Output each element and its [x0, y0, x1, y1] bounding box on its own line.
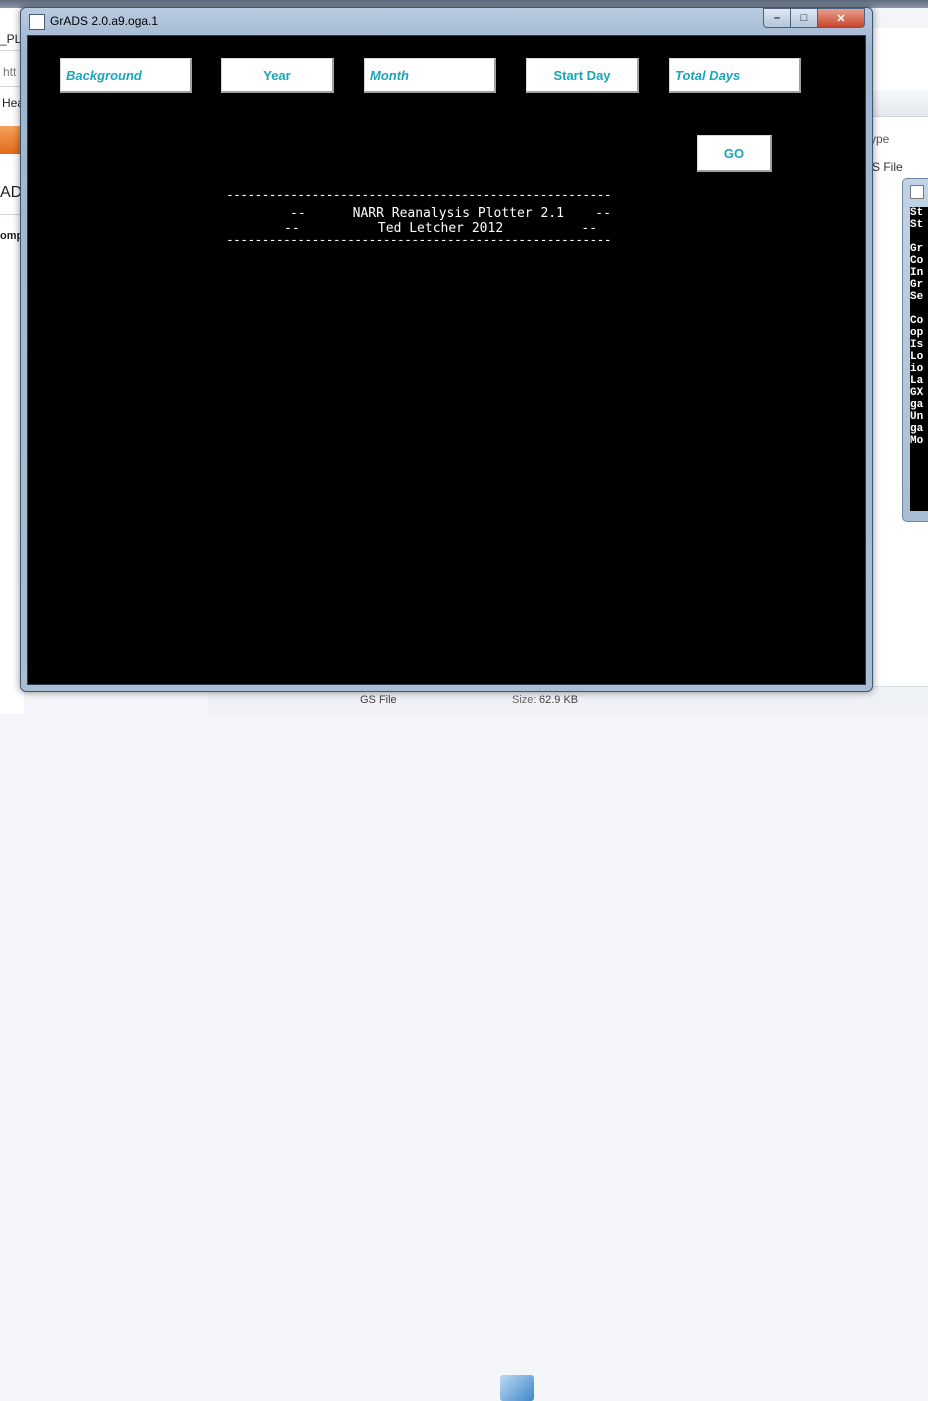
console-line: ga: [910, 423, 924, 435]
plot-canvas[interactable]: Background Year Month Start Day Total Da…: [27, 35, 866, 685]
console-line: La: [910, 375, 924, 387]
console-line: In: [910, 267, 924, 279]
go-button[interactable]: GO: [697, 135, 772, 172]
console-line: Gr: [910, 279, 924, 291]
banner-rule-bottom: ----------------------------------------…: [226, 233, 612, 248]
console-line: op: [910, 327, 924, 339]
background-console-window: St St Gr Co In Gr Se Co op Is Lo io La GX ga Un ga Mo: [902, 178, 928, 522]
bg-fragment-address: htt: [3, 65, 17, 79]
app-icon: [29, 14, 45, 30]
console-line: GX: [910, 387, 924, 399]
month-button[interactable]: Month: [364, 58, 496, 93]
background-column-header: [868, 90, 928, 117]
console-line: Lo: [910, 351, 924, 363]
details-file-type: GS File: [360, 694, 397, 706]
console-line: St: [910, 219, 924, 231]
console-line: Co: [910, 255, 924, 267]
year-button[interactable]: Year: [221, 58, 334, 93]
details-size-value: 62.9 KB: [539, 694, 579, 706]
console-line: Is: [910, 339, 924, 351]
bg-file-type-cell: S File: [872, 160, 903, 174]
console-line: Un: [910, 411, 924, 423]
banner-rule-top: ----------------------------------------…: [226, 188, 612, 203]
banner-title-line: -- NARR Reanalysis Plotter 2.1 --: [290, 206, 611, 221]
grads-window: GrADS 2.0.a9.oga.1 – □ ✕ Background Year…: [20, 7, 873, 692]
console-line: St: [910, 207, 924, 219]
bg-fragment-ad: AD: [0, 184, 23, 201]
close-button[interactable]: ✕: [817, 8, 865, 28]
start-day-button[interactable]: Start Day: [526, 58, 639, 93]
bg-orange-button: [0, 126, 22, 154]
console-output: St St Gr Co In Gr Se Co op Is Lo io La GX ga Un ga Mo: [910, 207, 928, 511]
total-days-button[interactable]: Total Days: [669, 58, 801, 93]
window-title: GrADS 2.0.a9.oga.1: [50, 14, 159, 28]
maximize-button[interactable]: □: [790, 8, 818, 28]
background-button[interactable]: Background: [60, 58, 192, 93]
console-icon: [910, 185, 924, 199]
details-size-label: Size:: [512, 694, 537, 706]
console-line: io: [910, 363, 924, 375]
file-icon: [500, 1375, 534, 1401]
console-line: Co: [910, 315, 924, 327]
console-line: Gr: [910, 243, 924, 255]
console-line: Se: [910, 291, 924, 303]
console-line: Mo: [910, 435, 924, 447]
console-line: ga: [910, 399, 924, 411]
minimize-button[interactable]: –: [763, 8, 791, 28]
